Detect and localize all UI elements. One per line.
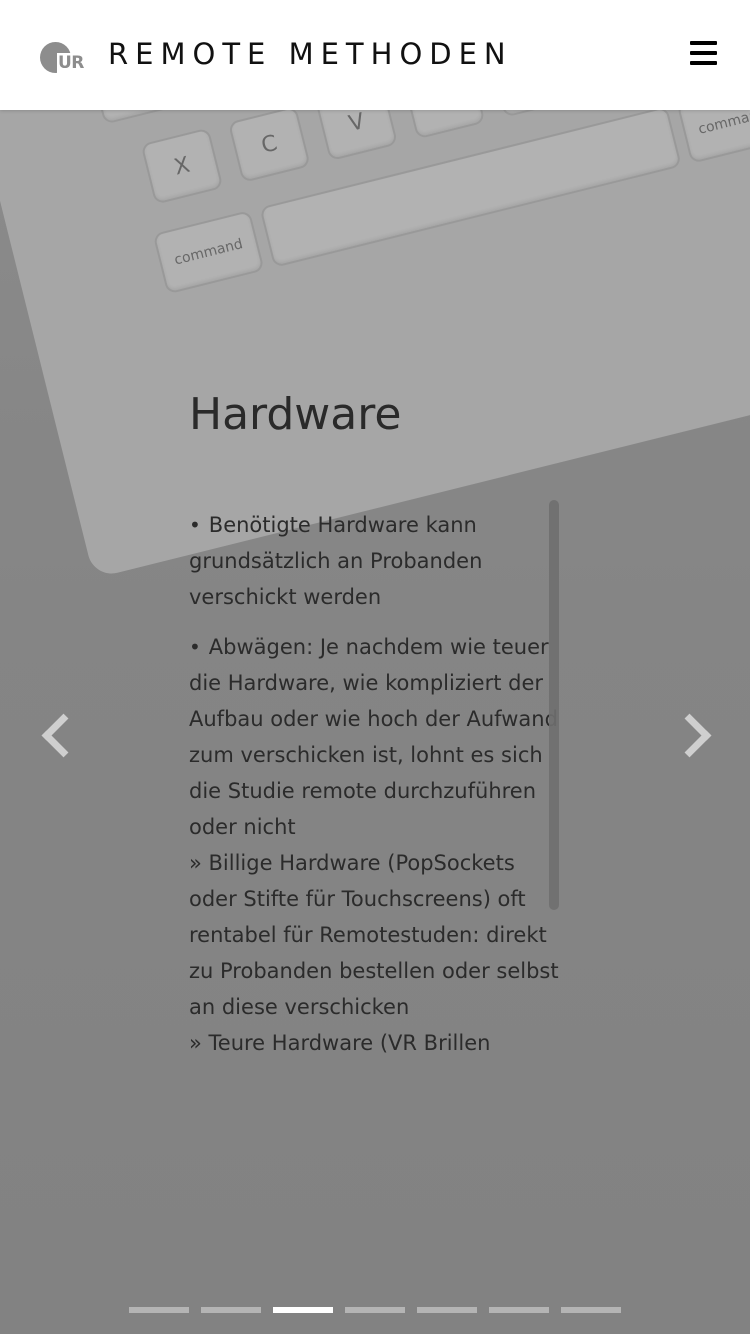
menu-bar [690, 41, 717, 45]
chevron-left-icon[interactable] [36, 702, 76, 762]
carousel-indicators [129, 1307, 621, 1313]
carousel-indicator[interactable] [561, 1307, 621, 1313]
scrollbar-thumb[interactable] [549, 500, 559, 910]
site-header: UR REMOTE METHODEN [0, 0, 750, 110]
carousel: 4 5 E R T Y U I D F G H J K L X C V B N … [0, 110, 750, 1334]
ur-logo[interactable]: UR [40, 42, 86, 74]
slide-bullet: Benötigte Hardware kann grundsätzlich an… [189, 507, 569, 615]
menu-bar [690, 61, 717, 65]
carousel-indicator[interactable] [489, 1307, 549, 1313]
logo-text: UR [57, 53, 85, 73]
slide-title: Hardware [189, 389, 402, 440]
menu-bar [690, 51, 717, 55]
carousel-indicator[interactable] [417, 1307, 477, 1313]
slide-sub-item: » Billige Hardware (PopSockets oder Stif… [189, 851, 559, 1019]
carousel-indicator[interactable] [345, 1307, 405, 1313]
carousel-indicator[interactable] [201, 1307, 261, 1313]
site-title[interactable]: REMOTE METHODEN [108, 34, 513, 74]
slide-sub-item: » Teure Hardware (VR Brillen [189, 1031, 491, 1055]
carousel-indicator[interactable] [129, 1307, 189, 1313]
slide-bullet: Abwägen: Je nachdem wie teuer die Hardwa… [189, 629, 569, 1061]
chevron-right-icon[interactable] [674, 702, 714, 762]
hamburger-icon[interactable] [690, 40, 718, 66]
carousel-indicator[interactable] [273, 1307, 333, 1313]
slide-body[interactable]: Benötigte Hardware kann grundsätzlich an… [189, 507, 569, 1095]
